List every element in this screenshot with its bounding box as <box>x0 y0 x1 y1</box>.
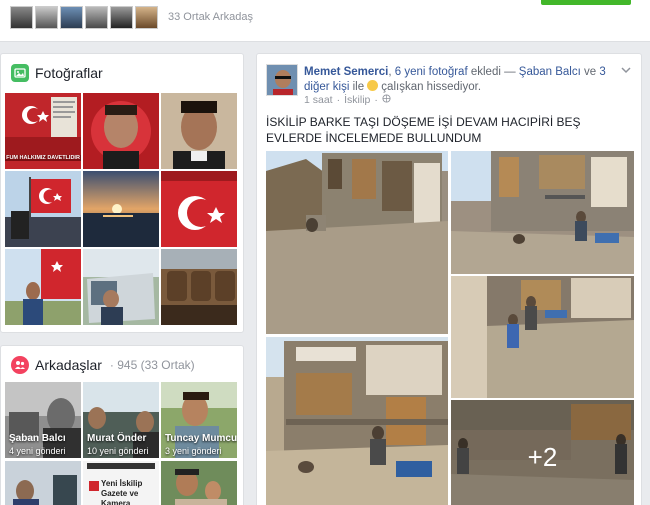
friend-name[interactable]: Tuncay Mumcu <box>165 433 237 444</box>
mutual-thumb[interactable] <box>60 6 83 29</box>
photo-tile[interactable] <box>83 93 159 169</box>
post-meta: 1 saat · İskilip · <box>304 94 391 106</box>
post-photo[interactable] <box>451 276 634 398</box>
mutual-thumb[interactable] <box>135 6 158 29</box>
friend-tile[interactable] <box>161 461 237 505</box>
friends-icon <box>11 356 29 374</box>
friends-grid: Şaban Balcı 4 yeni gönderi Murat Önder 1… <box>5 382 237 458</box>
post-author-avatar[interactable] <box>266 64 298 96</box>
friend-posts: 10 yeni gönderi <box>87 446 149 456</box>
friend-name[interactable]: Murat Önder <box>87 433 146 444</box>
photo-tile[interactable] <box>161 249 237 325</box>
post-author-name[interactable]: Memet Semerci <box>304 66 388 78</box>
photos-title[interactable]: Fotoğraflar <box>35 65 103 81</box>
mutual-friends-thumbnails[interactable] <box>10 6 158 29</box>
mutual-thumb[interactable] <box>35 6 58 29</box>
post-header: Memet Semerci, 6 yeni fotoğraf ekledi — … <box>304 66 606 93</box>
friend-posts: 3 yeni gönderi <box>165 446 222 456</box>
friend-name[interactable]: Şaban Balcı <box>9 433 66 444</box>
post-photo[interactable] <box>266 337 448 505</box>
photo-tile[interactable]: FÜM HALKIMIZ DAVETLİDİR <box>5 93 81 169</box>
tagged-friend[interactable]: Şaban Balcı <box>519 66 581 78</box>
photo-tile-caption: FÜM HALKIMIZ DAVETLİDİR <box>5 155 81 161</box>
photo-tile[interactable] <box>5 171 81 247</box>
mutual-friends-count[interactable]: 33 Ortak Arkadaş <box>168 11 253 23</box>
friends-header: Arkadaşlar · 945 (33 Ortak) <box>1 346 243 382</box>
photos-header: Fotoğraflar <box>1 54 243 90</box>
mutual-thumb[interactable] <box>110 6 133 29</box>
mutual-thumb[interactable] <box>85 6 108 29</box>
photos-link[interactable]: 6 yeni fotoğraf <box>395 66 468 78</box>
feeling-emoji-icon <box>367 80 379 91</box>
friends-count: · 945 (33 Ortak) <box>109 358 195 372</box>
friends-card: Arkadaşlar · 945 (33 Ortak) Şaban Balcı … <box>0 345 244 505</box>
friend-posts: 4 yeni gönderi <box>9 446 66 456</box>
friend-tile[interactable] <box>5 461 81 505</box>
post-photo[interactable] <box>451 151 634 274</box>
feeling-text: çalışkan hissediyor. <box>381 81 482 93</box>
photo-tile[interactable] <box>161 93 237 169</box>
photo-tile[interactable] <box>161 171 237 247</box>
post-location[interactable]: İskilip <box>344 94 370 106</box>
friend-tile[interactable]: Tuncay Mumcu 3 yeni gönderi <box>161 382 237 458</box>
friend-tile[interactable]: Murat Önder 10 yeni gönderi <box>83 382 159 458</box>
mutual-thumb[interactable] <box>10 6 33 29</box>
post-photo[interactable]: +2 <box>451 400 634 505</box>
post-card: Memet Semerci, 6 yeni fotoğraf ekledi — … <box>256 53 642 505</box>
photo-tile[interactable] <box>83 249 159 325</box>
friends-grid-row-2: Yeni İskilip Gazete ve Kamera <box>5 461 237 505</box>
friend-tile[interactable]: Şaban Balcı 4 yeni gönderi <box>5 382 81 458</box>
photos-grid: FÜM HALKIMIZ DAVETLİDİR <box>5 93 237 325</box>
photos-card: Fotoğraflar FÜM HALKIMIZ DAVETLİDİR <box>0 53 244 333</box>
more-photos-overlay[interactable]: +2 <box>451 400 634 505</box>
friend-tile-caption: Yeni İskilip Gazete ve Kamera <box>101 479 143 505</box>
photos-icon <box>11 64 29 82</box>
chevron-down-icon[interactable] <box>621 65 631 77</box>
post-text: İSKİLİP BARKE TAŞI DÖŞEME İŞİ DEVAM HACI… <box>266 115 581 145</box>
post-timestamp[interactable]: 1 saat <box>304 94 333 106</box>
photo-tile[interactable] <box>5 249 81 325</box>
friend-tile[interactable]: Yeni İskilip Gazete ve Kamera <box>83 461 159 505</box>
post-photo[interactable] <box>266 151 448 334</box>
photo-tile[interactable] <box>83 171 159 247</box>
friends-title[interactable]: Arkadaşlar <box>35 357 102 373</box>
action-button-edge[interactable] <box>541 0 631 5</box>
mutual-friends-strip: 33 Ortak Arkadaş <box>0 0 650 42</box>
globe-icon[interactable] <box>382 94 391 106</box>
